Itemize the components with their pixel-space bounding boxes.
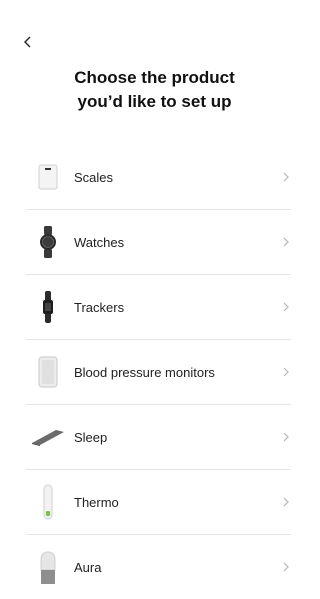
chevron-right-icon xyxy=(281,561,291,573)
product-label: Sleep xyxy=(74,429,108,445)
tracker-icon xyxy=(30,289,66,325)
product-label: Trackers xyxy=(74,299,125,315)
scale-icon xyxy=(30,159,66,195)
aura-lamp-icon xyxy=(30,549,66,585)
product-item-scales[interactable]: Scales xyxy=(26,145,291,210)
product-item-thermo[interactable]: Thermo xyxy=(26,470,291,535)
chevron-right-icon xyxy=(281,301,291,313)
product-item-blood-pressure-monitors[interactable]: Blood pressure monitors xyxy=(26,340,291,405)
chevron-right-icon xyxy=(281,431,291,443)
product-label: Scales xyxy=(74,169,114,185)
page-title-line-1: Choose the product xyxy=(74,68,235,87)
product-label: Blood pressure monitors xyxy=(74,364,215,380)
sleep-sensor-icon xyxy=(30,419,66,455)
product-label: Aura xyxy=(74,559,102,575)
product-item-watches[interactable]: Watches xyxy=(26,210,291,275)
product-list: Scales Watches Trackers Blood pressure m… xyxy=(26,145,291,599)
product-item-sleep[interactable]: Sleep xyxy=(26,405,291,470)
chevron-right-icon xyxy=(281,366,291,378)
watch-icon xyxy=(30,224,66,260)
product-label: Thermo xyxy=(74,494,119,510)
chevron-left-icon xyxy=(24,36,31,48)
page-title-line-2: you’d like to set up xyxy=(77,92,232,111)
back-button[interactable] xyxy=(18,32,38,52)
product-item-trackers[interactable]: Trackers xyxy=(26,275,291,340)
product-label: Watches xyxy=(74,234,125,250)
chevron-right-icon xyxy=(281,496,291,508)
blood-pressure-monitor-icon xyxy=(30,354,66,390)
chevron-right-icon xyxy=(281,236,291,248)
product-item-aura[interactable]: Aura xyxy=(26,535,291,599)
chevron-right-icon xyxy=(281,171,291,183)
page-title: Choose the product you’d like to set up xyxy=(0,66,309,114)
thermometer-icon xyxy=(30,484,66,520)
